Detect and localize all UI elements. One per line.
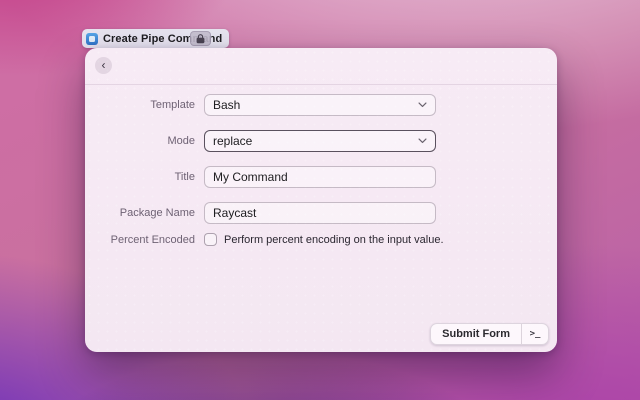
title-input[interactable] [204,166,436,188]
submit-form-label: Submit Form [442,328,510,340]
form-row-percent-encoded: Percent Encoded Perform percent encoding… [85,233,557,246]
package-name-label: Package Name [85,207,195,219]
mode-label: Mode [85,135,195,147]
template-label: Template [85,99,195,111]
lock-icon [195,34,206,44]
back-button[interactable]: ‹ [95,57,112,74]
template-dropdown-value: Bash [213,98,240,112]
chevron-down-icon [418,102,427,108]
title-label: Title [85,171,195,183]
percent-encoded-description: Perform percent encoding on the input va… [224,234,444,246]
mode-dropdown[interactable]: replace [204,130,436,152]
mode-dropdown-value: replace [213,134,252,148]
footer-actions: Submit Form >_ [430,323,549,345]
terminal-actions-button[interactable]: >_ [522,324,548,344]
back-icon: ‹ [102,59,106,71]
percent-encoded-label: Percent Encoded [85,234,195,246]
header-divider [85,84,557,85]
desktop-wallpaper: Create Pipe Command ‹ Template Bash [0,0,640,400]
template-dropdown[interactable]: Bash [204,94,436,116]
submit-form-button[interactable]: Submit Form [431,324,521,344]
chevron-down-icon [418,138,427,144]
app-icon [86,33,98,45]
terminal-icon: >_ [530,329,541,339]
form-row-template: Template Bash [85,94,557,116]
form-row-package-name: Package Name [85,202,557,224]
percent-encoded-checkbox[interactable] [204,233,217,246]
create-pipe-command-window: ‹ Template Bash Mode replace [85,48,557,352]
form-row-title: Title [85,166,557,188]
form-row-mode: Mode replace [85,130,557,152]
package-name-input[interactable] [204,202,436,224]
lock-button[interactable] [190,31,211,46]
